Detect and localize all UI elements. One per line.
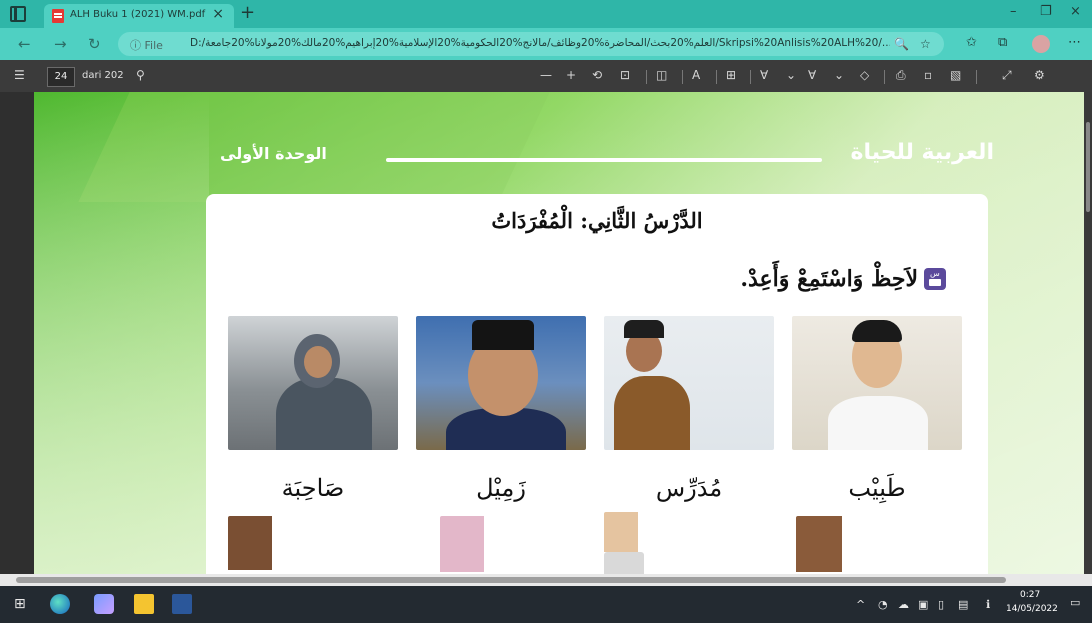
more-options-icon[interactable]: ⋯: [1068, 35, 1081, 50]
rotate-icon[interactable]: ⟲: [592, 68, 602, 82]
pdf-toolbar: ☰ 24 dari 202 ⚲ — + ⟲ ⊡ ◫ A ⊞ ∀ ⌄ ∀ ⌄ ◇ …: [0, 60, 1092, 92]
collections-icon[interactable]: ⧉: [998, 35, 1007, 50]
photo-row2-2: [440, 516, 564, 574]
draw-options-chevron-icon[interactable]: ⌄: [786, 68, 796, 82]
eraser-icon[interactable]: ◇: [860, 68, 869, 82]
tab-title: ALH Buku 1 (2021) WM.pdf: [70, 9, 206, 20]
pdf-file-icon: [52, 9, 64, 23]
save-icon[interactable]: ▫: [924, 68, 932, 82]
address-input[interactable]: ⓘ File D:/العلم%20بحث/المحاضرة%20وظائف/م…: [118, 32, 944, 56]
toolbar-divider: [716, 70, 717, 84]
save-as-icon[interactable]: ▧: [950, 68, 961, 82]
photo-teacher: [604, 316, 774, 450]
instruction-text: لاَحِظْ وَاسْتَمِعْ وَأَعِدْ.: [740, 266, 918, 292]
site-info-icon[interactable]: ⓘ File: [130, 37, 163, 53]
cloud-icon[interactable]: ☁: [898, 598, 909, 611]
zoom-in-icon[interactable]: +: [566, 68, 576, 82]
windows-taskbar: ⊞ ^ ◔ ☁ ▣ ▯ ▤ ℹ 0:27 14/05/2022 ▭: [0, 586, 1092, 623]
vocab-word: زَمِيْل: [476, 474, 526, 502]
address-bar-row: ← → ↻ ⓘ File D:/العلم%20بحث/المحاضرة%20و…: [0, 28, 1092, 60]
tray-chevron-icon[interactable]: ^: [856, 598, 865, 611]
close-window-button[interactable]: ×: [1070, 4, 1081, 19]
vocab-word: صَاحِبَة: [281, 474, 345, 502]
lesson-title: الدَّرْسُ الثَّانِي: الْمُفْرَدَاتُ: [491, 208, 703, 233]
photo-row2-1: [228, 516, 398, 574]
volume-icon[interactable]: ▯: [938, 598, 944, 611]
forward-arrow-icon[interactable]: →: [54, 35, 67, 53]
lesson-card: الدَّرْسُ الثَّانِي: الْمُفْرَدَاتُ لاَح…: [206, 194, 988, 574]
toolbar-divider: [884, 70, 885, 84]
settings-gear-icon[interactable]: ⚙: [1034, 68, 1045, 82]
search-icon[interactable]: ⚲: [136, 68, 145, 82]
edge-browser-icon[interactable]: [50, 594, 70, 614]
vocab-word: مُدَرِّس: [655, 474, 723, 502]
draw-icon[interactable]: ∀: [760, 68, 768, 82]
contents-list-icon[interactable]: ☰: [14, 68, 25, 82]
new-tab-button[interactable]: +: [240, 2, 255, 23]
back-arrow-icon[interactable]: ←: [18, 35, 31, 53]
pdf-viewer[interactable]: العربية للحياة الوحدة الأولى الدَّرْسُ ا…: [0, 92, 1092, 574]
tab-close-button[interactable]: ×: [212, 6, 224, 22]
toolbar-divider: [646, 70, 647, 84]
page-number-input[interactable]: 24: [47, 67, 75, 87]
browser-title-bar: ALH Buku 1 (2021) WM.pdf × + – ❐ ×: [0, 0, 1092, 28]
restore-button[interactable]: ❐: [1040, 4, 1052, 19]
vertical-scrollbar[interactable]: [1084, 92, 1092, 574]
word-icon[interactable]: [172, 594, 192, 614]
profile-avatar[interactable]: [1032, 35, 1050, 53]
language-icon[interactable]: ℹ: [986, 598, 990, 611]
favorite-star-icon[interactable]: ☆: [920, 37, 931, 51]
app-icon[interactable]: [94, 594, 114, 614]
zoom-icon[interactable]: 🔍: [894, 37, 909, 51]
fullscreen-icon[interactable]: ⤢: [1002, 68, 1012, 83]
tray-app-icon[interactable]: ▤: [958, 598, 968, 611]
photo-doctor: [792, 316, 962, 450]
toolbar-divider: [682, 70, 683, 84]
decorative-shape: [34, 92, 209, 574]
refresh-icon[interactable]: ↻: [88, 35, 101, 53]
print-icon[interactable]: ⎙: [896, 68, 906, 83]
photo-male-colleague: [416, 316, 586, 450]
favorites-bar-icon[interactable]: ✩: [966, 35, 977, 50]
notification-icon[interactable]: ▭: [1070, 596, 1080, 609]
toolbar-divider: [976, 70, 977, 84]
clock-date[interactable]: 14/05/2022: [1006, 604, 1058, 614]
highlight-icon[interactable]: ∀: [808, 68, 816, 82]
text-box-icon[interactable]: ⊞: [726, 68, 736, 82]
tab-active-pdf[interactable]: ALH Buku 1 (2021) WM.pdf ×: [44, 4, 234, 28]
scrollbar-thumb[interactable]: [16, 577, 1006, 583]
highlight-options-chevron-icon[interactable]: ⌄: [834, 68, 844, 82]
zoom-out-icon[interactable]: —: [540, 68, 552, 82]
header-divider: [386, 158, 822, 162]
toolbar-divider: [750, 70, 751, 84]
read-aloud-icon[interactable]: A: [692, 68, 700, 82]
start-menu-icon[interactable]: ⊞: [14, 596, 26, 612]
photo-female-friend: [228, 316, 398, 450]
minimize-button[interactable]: –: [1010, 4, 1017, 19]
photo-row2-3: [604, 512, 778, 574]
book-title: العربية للحياة: [850, 140, 994, 165]
page-count-label: dari 202: [82, 70, 124, 81]
photo-row2-4: [796, 516, 964, 574]
url-text[interactable]: D:/العلم%20بحث/المحاضرة%20وظائف/مالانج%2…: [190, 37, 890, 49]
fit-page-icon[interactable]: ⊡: [620, 68, 630, 82]
listen-book-icon: [924, 268, 946, 290]
unit-label: الوحدة الأولى: [220, 144, 327, 163]
network-icon[interactable]: ◔: [878, 598, 888, 611]
horizontal-scrollbar[interactable]: [0, 574, 1092, 586]
pdf-page: العربية للحياة الوحدة الأولى الدَّرْسُ ا…: [34, 92, 1084, 574]
vocab-word: طَبِيْب: [848, 474, 906, 502]
tray-app-icon[interactable]: ▣: [918, 598, 928, 611]
file-explorer-icon[interactable]: [134, 594, 154, 614]
clock-time[interactable]: 0:27: [1020, 590, 1040, 600]
page-view-icon[interactable]: ◫: [656, 68, 667, 82]
sidebar-toggle-icon[interactable]: [10, 6, 26, 22]
